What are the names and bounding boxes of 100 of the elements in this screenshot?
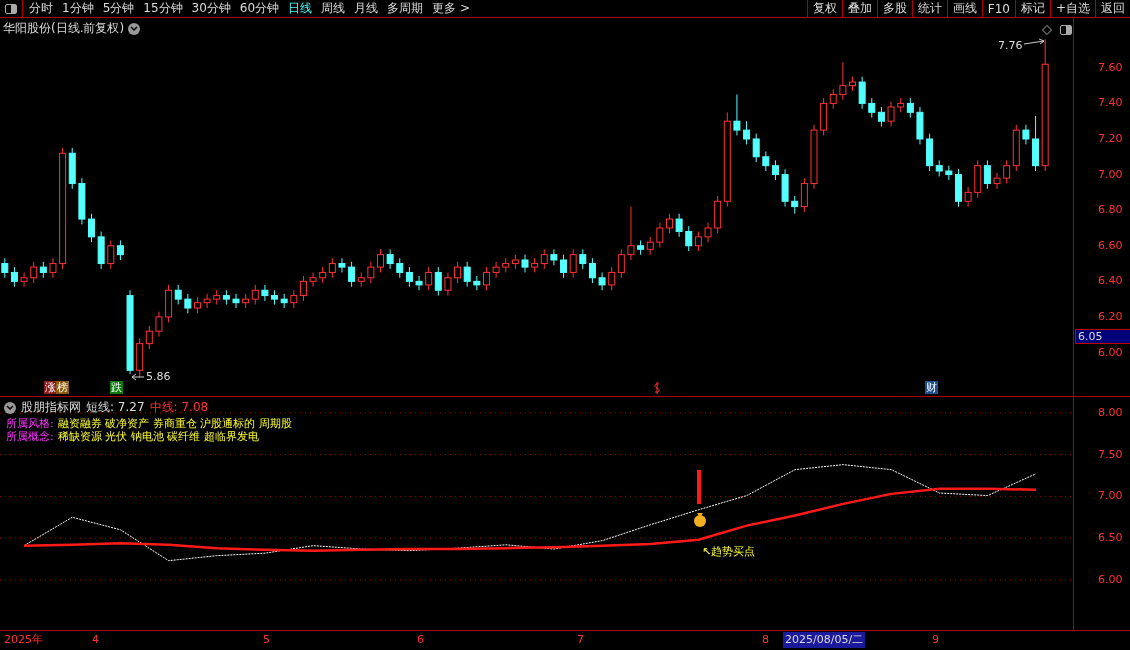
candlestick xyxy=(1,257,9,279)
buy-signal-label: ↖趋势买点 xyxy=(702,544,756,559)
candlestick xyxy=(184,293,192,314)
panel-toggle-icon[interactable] xyxy=(5,3,17,14)
style-label: 所属风格: xyxy=(6,417,54,430)
candlestick xyxy=(20,271,28,288)
short-line-value: 短线: 7.27 xyxy=(86,399,145,416)
candlestick xyxy=(704,222,712,243)
price-axis-label: 6.40 xyxy=(1098,274,1123,289)
candlestick xyxy=(482,266,490,291)
low-price-label: 5.86 xyxy=(146,370,171,383)
candlestick xyxy=(203,293,211,309)
candlestick xyxy=(887,101,895,128)
candlestick xyxy=(945,165,953,181)
candlestick xyxy=(762,150,770,172)
candlestick xyxy=(656,222,664,249)
arrow-icon xyxy=(131,373,145,381)
panel-toggle-icon[interactable] xyxy=(1060,25,1072,35)
price-axis-label: 6.20 xyxy=(1098,309,1123,324)
candlestick xyxy=(733,94,741,136)
concept-value: 稀缺资源 光伏 钠电池 碳纤维 超临界发电 xyxy=(57,430,259,443)
period-tab[interactable]: 1分钟 xyxy=(62,0,94,17)
candlestick xyxy=(993,172,1001,190)
candlestick xyxy=(906,97,914,119)
candlestick xyxy=(367,261,375,284)
indicator-axis-label: 7.00 xyxy=(1098,489,1123,504)
time-axis-label: 8 xyxy=(762,632,769,648)
candlestick xyxy=(752,133,760,163)
candlestick xyxy=(10,266,18,288)
candlestick xyxy=(30,261,38,284)
candlestick xyxy=(829,88,837,110)
candlestick xyxy=(550,248,558,266)
price-axis-label: 6.60 xyxy=(1098,238,1123,253)
time-axis-label: 4 xyxy=(92,632,99,648)
event-marker[interactable]: 榜 xyxy=(56,381,69,394)
candlestick xyxy=(560,254,568,279)
candlestick xyxy=(588,257,596,284)
indicator-axis-label: 7.50 xyxy=(1098,447,1123,462)
period-tab[interactable]: 日线 xyxy=(288,0,313,17)
candlestick xyxy=(598,271,606,291)
chevron-down-icon[interactable] xyxy=(128,22,141,35)
price-axis-label: 7.40 xyxy=(1098,96,1123,111)
chevron-down-icon[interactable] xyxy=(4,401,16,414)
candlestick xyxy=(415,275,423,291)
price-axis-label: 6.00 xyxy=(1098,345,1123,360)
candlestick xyxy=(666,213,673,234)
candlestick xyxy=(1022,124,1030,145)
period-tab[interactable]: 周线 xyxy=(321,0,346,17)
candlestick xyxy=(569,248,577,279)
candlestick xyxy=(155,311,163,337)
candlestick xyxy=(685,225,693,252)
signal-bar xyxy=(697,470,701,504)
event-marker[interactable]: 财 xyxy=(925,381,938,394)
candlestick xyxy=(800,177,808,213)
candlestick xyxy=(251,284,259,305)
candlestick xyxy=(396,257,404,279)
candlestick xyxy=(1003,159,1011,184)
event-marker[interactable]: 跌 xyxy=(110,381,123,394)
period-tab[interactable]: 60分钟 xyxy=(239,0,280,17)
candlestick xyxy=(540,248,548,270)
time-axis-label: 2025/08/05/二 xyxy=(783,632,866,648)
period-tab[interactable]: 多周期 xyxy=(387,0,424,17)
candlestick xyxy=(868,97,876,119)
candlestick xyxy=(116,239,124,261)
candlestick xyxy=(694,231,702,252)
candlestick xyxy=(309,271,317,288)
candlestick xyxy=(675,213,683,238)
candlestick xyxy=(579,248,587,270)
indicator-axis-label: 6.00 xyxy=(1098,572,1123,587)
candlestick xyxy=(425,266,433,291)
candlestick xyxy=(174,284,182,305)
candlestick xyxy=(145,325,153,350)
candlestick xyxy=(348,261,356,288)
time-axis-label: 6 xyxy=(417,632,424,648)
period-tab[interactable]: 5分钟 xyxy=(102,0,135,17)
candlestick xyxy=(232,293,240,309)
candlestick xyxy=(877,106,885,128)
indicator-axis-label: 8.00 xyxy=(1098,405,1123,420)
period-tab[interactable]: 更多 > xyxy=(432,0,470,17)
period-tab[interactable]: 15分钟 xyxy=(143,0,183,17)
candlestick xyxy=(858,76,866,110)
price-axis-label: 7.00 xyxy=(1098,167,1123,182)
candlestick xyxy=(377,248,385,273)
candlestick xyxy=(492,261,500,279)
period-tab[interactable]: 月线 xyxy=(354,0,379,17)
indicator-axis-label: 6.50 xyxy=(1098,531,1123,546)
period-tab[interactable]: 分时 xyxy=(29,0,53,17)
candlestick xyxy=(839,61,847,101)
time-axis-label: 2025年 xyxy=(4,632,43,648)
mid-line-value: 中线: 7.08 xyxy=(149,399,209,416)
period-tab[interactable]: 30分钟 xyxy=(191,0,231,17)
price-axis-label: 6.80 xyxy=(1098,203,1123,218)
candlestick xyxy=(338,257,346,273)
candlestick xyxy=(299,275,307,302)
candlestick xyxy=(983,159,991,190)
current-price-label: 6.05 xyxy=(1075,329,1130,344)
candlestick xyxy=(463,261,471,288)
diamond-icon[interactable] xyxy=(1042,25,1052,35)
candlestick xyxy=(88,213,96,243)
candlestick xyxy=(771,159,779,181)
